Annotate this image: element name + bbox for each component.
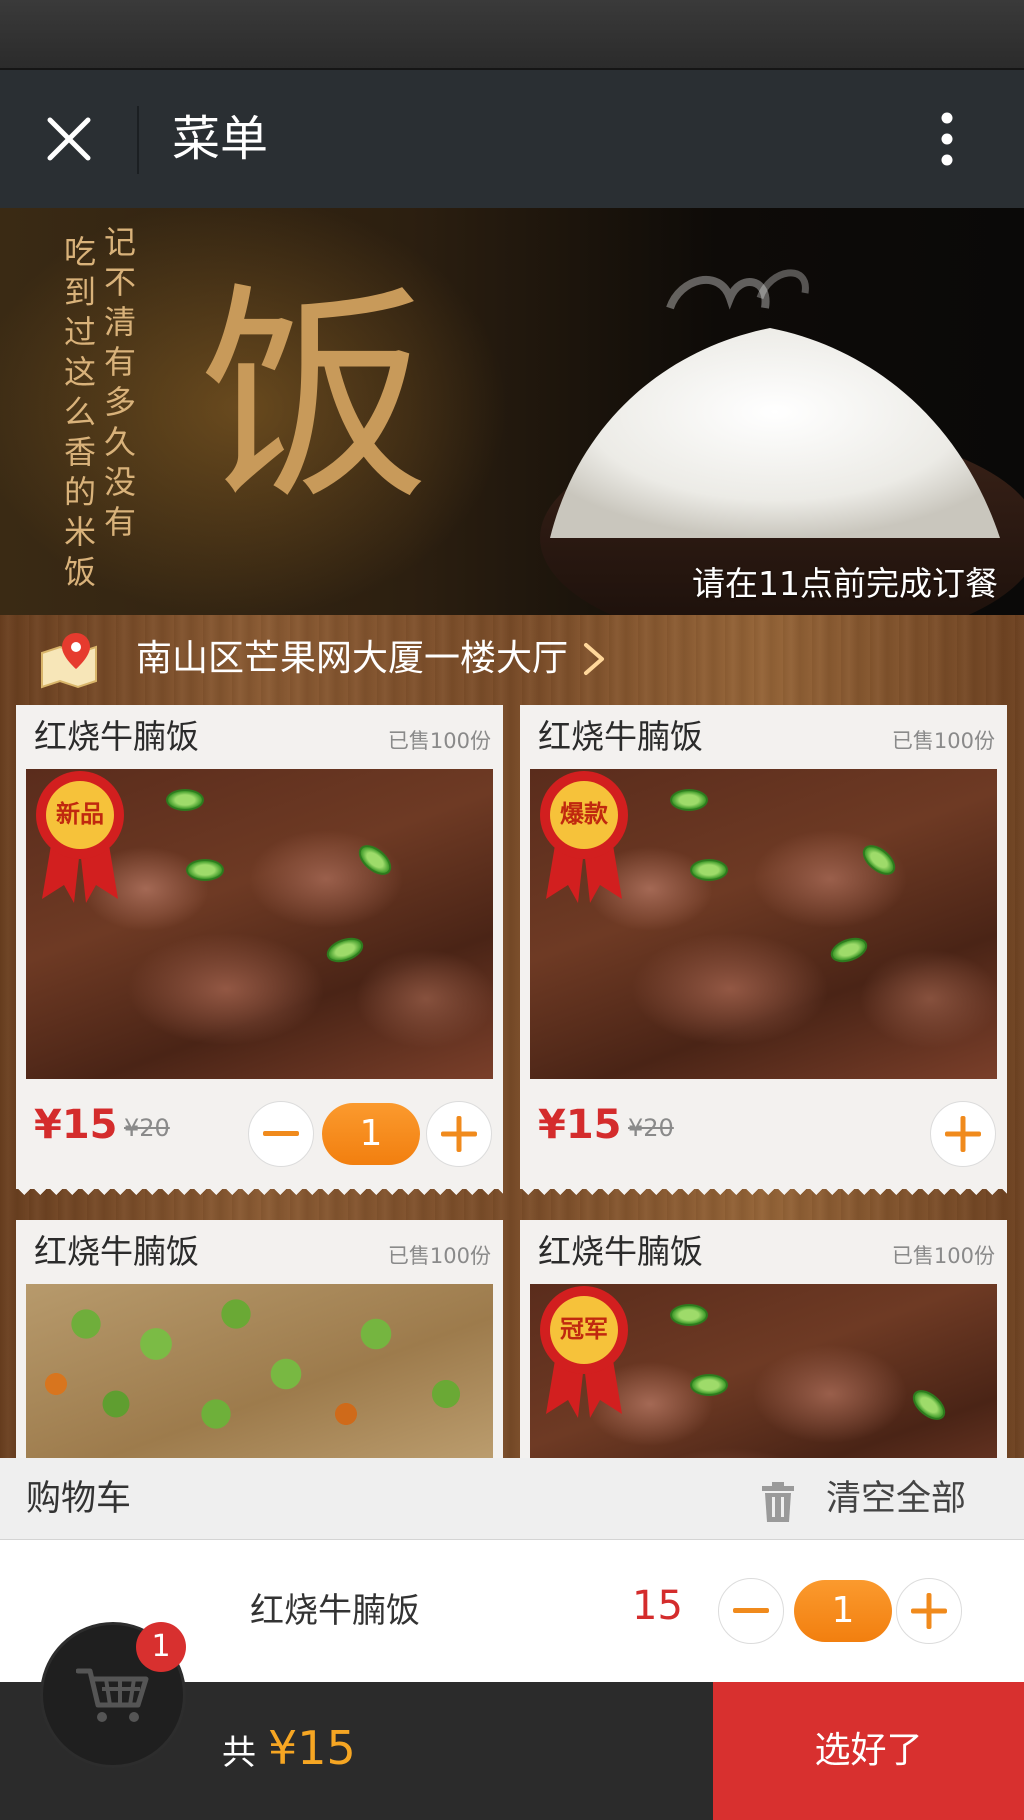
sold-count: 已售100份 xyxy=(891,1244,995,1268)
card-header: 红烧牛腩饭 已售100份 xyxy=(16,1220,503,1284)
banner-poem-line-1: 记不清有多久没有 xyxy=(103,223,136,541)
original-price: ¥20 xyxy=(124,1114,170,1142)
card-footer: ¥15 ¥20 xyxy=(520,1079,1007,1189)
order-deadline-notice: 请在11点前完成订餐 xyxy=(692,564,998,603)
garnish xyxy=(857,839,901,881)
garnish xyxy=(670,789,708,811)
dish-title: 红烧牛腩饭 xyxy=(538,1232,703,1271)
price: ¥15 xyxy=(34,1102,118,1148)
decrease-button[interactable] xyxy=(248,1101,314,1167)
menu-card[interactable]: 红烧牛腩饭 已售100份 爆款 ¥15 ¥20 xyxy=(520,705,1007,1201)
cart-item-price: 15 xyxy=(632,1583,683,1629)
cart-title: 购物车 xyxy=(26,1479,132,1519)
nav-bar: 菜单 xyxy=(0,70,1024,208)
dish-image: 冠军 xyxy=(530,1284,997,1458)
card-edge xyxy=(520,1187,1007,1201)
shopping-cart-icon xyxy=(76,1668,149,1722)
dish-image xyxy=(26,1284,493,1458)
close-button[interactable] xyxy=(36,106,102,172)
garnish xyxy=(166,789,204,811)
increase-button[interactable] xyxy=(930,1101,996,1167)
cart-item-name: 红烧牛腩饭 xyxy=(250,1591,420,1631)
hero-banner: 记不清有多久没有 吃到过这么香的米饭 饭 请在11点前完成订餐 xyxy=(0,208,1024,615)
clear-all-button[interactable]: 清空全部 xyxy=(760,1472,1000,1528)
cart-decrease-button[interactable] xyxy=(718,1578,784,1644)
location-text: 南山区芒果网大厦一楼大厅 xyxy=(136,638,569,679)
dish-title: 红烧牛腩饭 xyxy=(34,1232,199,1271)
increase-button[interactable] xyxy=(426,1101,492,1167)
menu-card[interactable]: 红烧牛腩饭 已售100份 新品 ¥15 ¥20 1 xyxy=(16,705,503,1201)
minus-icon xyxy=(733,1608,769,1613)
badge-label: 爆款 xyxy=(560,800,608,828)
garnish xyxy=(186,859,224,881)
ribbon-badge-icon: 冠军 xyxy=(536,1284,632,1418)
quantity-display: 1 xyxy=(322,1103,420,1165)
banner-poem-line-2: 吃到过这么香的米饭 xyxy=(63,233,96,591)
card-header: 红烧牛腩饭 已售100份 xyxy=(520,705,1007,769)
sold-count: 已售100份 xyxy=(387,729,491,753)
menu-card[interactable]: 红烧牛腩饭 已售100份 xyxy=(16,1220,503,1458)
delivery-location[interactable]: 南山区芒果网大厦一楼大厅 xyxy=(0,615,1024,703)
dish-title: 红烧牛腩饭 xyxy=(538,717,703,756)
plus-icon xyxy=(945,1116,981,1152)
dish-title: 红烧牛腩饭 xyxy=(34,717,199,756)
garnish xyxy=(907,1384,951,1426)
chevron-right-icon xyxy=(584,643,604,675)
page-title: 菜单 xyxy=(172,111,269,167)
menu-card[interactable]: 红烧牛腩饭 已售100份 冠军 xyxy=(520,1220,1007,1458)
checkout-button[interactable]: 选好了 xyxy=(713,1682,1024,1820)
cart-count-badge: 1 xyxy=(136,1622,186,1672)
total-price: ¥15 xyxy=(268,1721,356,1775)
banner-calligraphy: 饭 xyxy=(200,264,431,531)
badge-label: 新品 xyxy=(56,800,104,828)
trash-icon xyxy=(762,1482,794,1522)
cart-header: 购物车 清空全部 xyxy=(0,1458,1024,1540)
card-edge xyxy=(16,1187,503,1201)
map-pin-icon xyxy=(41,633,97,689)
plus-icon xyxy=(911,1593,947,1629)
dish-image: 新品 xyxy=(26,769,493,1079)
close-icon xyxy=(47,117,91,161)
total-label: 共 xyxy=(222,1733,256,1773)
menu-area: 南山区芒果网大厦一楼大厅 红烧牛腩饭 已售100份 新品 ¥15 ¥20 1 红… xyxy=(0,615,1024,1458)
garnish xyxy=(353,839,397,881)
ribbon-badge-icon: 新品 xyxy=(32,769,128,903)
card-footer: ¥15 ¥20 1 xyxy=(16,1079,503,1189)
minus-icon xyxy=(263,1131,299,1136)
garnish xyxy=(827,933,871,967)
more-vertical-icon xyxy=(941,112,953,166)
more-button[interactable] xyxy=(918,106,976,172)
price: ¥15 xyxy=(538,1102,622,1148)
card-header: 红烧牛腩饭 已售100份 xyxy=(520,1220,1007,1284)
clear-all-label: 清空全部 xyxy=(826,1479,967,1519)
cart-increase-button[interactable] xyxy=(896,1578,962,1644)
garnish xyxy=(690,859,728,881)
garnish xyxy=(323,933,367,967)
nav-divider xyxy=(137,106,139,174)
plus-icon xyxy=(441,1116,477,1152)
card-header: 红烧牛腩饭 已售100份 xyxy=(16,705,503,769)
dish-image: 爆款 xyxy=(530,769,997,1079)
status-bar xyxy=(0,0,1024,70)
garnish xyxy=(690,1374,728,1396)
garnish xyxy=(670,1304,708,1326)
ribbon-badge-icon: 爆款 xyxy=(536,769,632,903)
badge-label: 冠军 xyxy=(560,1315,608,1343)
original-price: ¥20 xyxy=(628,1114,674,1142)
cart-quantity-display: 1 xyxy=(794,1580,892,1642)
sold-count: 已售100份 xyxy=(387,1244,491,1268)
sold-count: 已售100份 xyxy=(891,729,995,753)
